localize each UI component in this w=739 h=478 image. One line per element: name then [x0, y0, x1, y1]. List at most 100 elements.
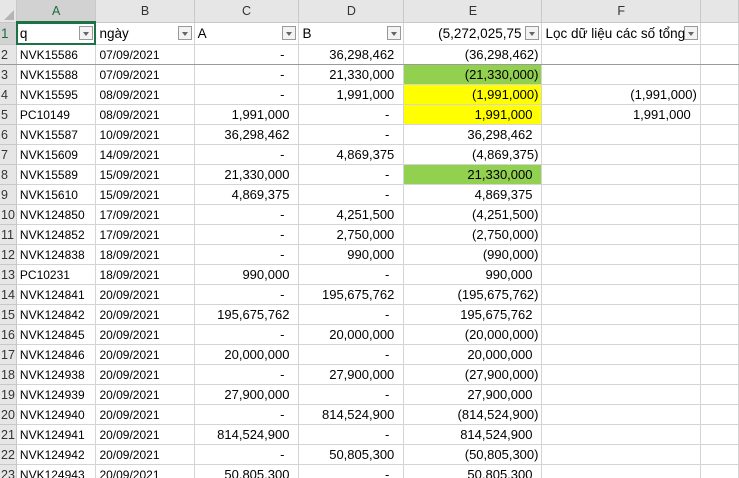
row-header[interactable]: 21 — [0, 424, 17, 445]
cell-date[interactable]: 20/09/2021 — [95, 464, 195, 478]
row-header[interactable]: 23 — [0, 464, 17, 478]
cell-date[interactable]: 08/09/2021 — [95, 84, 195, 105]
cell-b[interactable]: 1,991,000 — [298, 84, 405, 105]
cell-filter[interactable] — [541, 384, 701, 405]
row-header[interactable]: 8 — [0, 164, 17, 185]
cell-date[interactable]: 14/09/2021 — [95, 144, 195, 165]
cell-code[interactable]: NVK124841 — [16, 284, 97, 305]
cell-total[interactable]: 990,000 — [403, 264, 543, 285]
cell-a[interactable]: 27,900,000 — [194, 384, 300, 405]
cell-total[interactable]: (990,000) — [403, 244, 543, 265]
cell[interactable] — [700, 22, 739, 45]
header-cell-total[interactable]: (5,272,025,75 — [403, 22, 543, 45]
cell-filter[interactable] — [541, 284, 701, 305]
cell-a[interactable]: - — [194, 404, 300, 425]
cell[interactable] — [700, 384, 739, 405]
cell-code[interactable]: NVK15586 — [16, 44, 97, 65]
row-header[interactable]: 15 — [0, 304, 17, 325]
cell-total[interactable]: (1,991,000) — [403, 84, 543, 105]
cell-code[interactable]: NVK15587 — [16, 124, 97, 145]
row-header[interactable]: 2 — [0, 44, 17, 65]
cell-a[interactable]: - — [194, 244, 300, 265]
cell-b[interactable]: - — [298, 104, 405, 125]
cell-total[interactable]: 4,869,375 — [403, 184, 543, 205]
cell-b[interactable]: - — [298, 424, 405, 445]
cell-filter[interactable] — [541, 364, 701, 385]
cell-filter[interactable] — [541, 164, 701, 185]
cell-date[interactable]: 18/09/2021 — [95, 244, 195, 265]
column-header-d[interactable]: D — [298, 0, 405, 23]
cell-date[interactable]: 15/09/2021 — [95, 164, 195, 185]
cell-date[interactable]: 20/09/2021 — [95, 364, 195, 385]
cell-filter[interactable] — [541, 464, 701, 478]
row-header[interactable]: 17 — [0, 344, 17, 365]
cell-filter[interactable] — [541, 204, 701, 225]
row-header[interactable]: 22 — [0, 444, 17, 465]
cell-code[interactable]: NVK124938 — [16, 364, 97, 385]
cell-b[interactable]: 4,869,375 — [298, 144, 405, 165]
cell-b[interactable]: 2,750,000 — [298, 224, 405, 245]
cell[interactable] — [700, 164, 739, 185]
cell-total[interactable]: 20,000,000 — [403, 344, 543, 365]
cell-a[interactable]: 4,869,375 — [194, 184, 300, 205]
cell-filter[interactable] — [541, 444, 701, 465]
cell-a[interactable]: - — [194, 324, 300, 345]
cell-a[interactable]: 1,991,000 — [194, 104, 300, 125]
cell[interactable] — [700, 204, 739, 225]
cell[interactable] — [700, 64, 739, 85]
cell-date[interactable]: 20/09/2021 — [95, 344, 195, 365]
row-header[interactable]: 20 — [0, 404, 17, 425]
header-cell-a[interactable]: A — [194, 22, 300, 45]
row-header[interactable]: 13 — [0, 264, 17, 285]
cell-date[interactable]: 10/09/2021 — [95, 124, 195, 145]
cell-filter[interactable] — [541, 124, 701, 145]
cell-a[interactable]: - — [194, 44, 300, 65]
cell-total[interactable]: (50,805,300) — [403, 444, 543, 465]
cell-b[interactable]: - — [298, 124, 405, 145]
cell-total[interactable]: (21,330,000) — [403, 64, 543, 85]
header-cell-ngay[interactable]: ngày — [95, 22, 195, 45]
column-header-a[interactable]: A — [16, 0, 97, 23]
cell[interactable] — [700, 264, 739, 285]
row-header[interactable]: 1 — [0, 22, 17, 45]
filter-dropdown-icon[interactable] — [282, 25, 297, 40]
cell-filter[interactable] — [541, 424, 701, 445]
column-header-g[interactable] — [700, 0, 739, 23]
row-header[interactable]: 3 — [0, 64, 17, 85]
cell-date[interactable]: 17/09/2021 — [95, 204, 195, 225]
cell-total[interactable]: (27,900,000) — [403, 364, 543, 385]
cell-code[interactable]: NVK124846 — [16, 344, 97, 365]
cell-code[interactable]: PC10149 — [16, 104, 97, 125]
cell-filter[interactable]: (1,991,000) — [541, 84, 701, 105]
cell-a[interactable]: 814,524,900 — [194, 424, 300, 445]
row-header[interactable]: 12 — [0, 244, 17, 265]
cell-filter[interactable] — [541, 184, 701, 205]
cell-b[interactable]: 27,900,000 — [298, 364, 405, 385]
cell-date[interactable]: 17/09/2021 — [95, 224, 195, 245]
cell-filter[interactable] — [541, 244, 701, 265]
cell-date[interactable]: 07/09/2021 — [95, 44, 195, 65]
row-header[interactable]: 5 — [0, 104, 17, 125]
cell-b[interactable]: 4,251,500 — [298, 204, 405, 225]
cell-total[interactable]: (195,675,762) — [403, 284, 543, 305]
cell-filter[interactable] — [541, 264, 701, 285]
cell-code[interactable]: NVK124941 — [16, 424, 97, 445]
row-header[interactable]: 10 — [0, 204, 17, 225]
cell-a[interactable]: 990,000 — [194, 264, 300, 285]
cell-code[interactable]: NVK124943 — [16, 464, 97, 478]
cell-a[interactable]: - — [194, 364, 300, 385]
column-header-b[interactable]: B — [95, 0, 195, 23]
cell-date[interactable]: 07/09/2021 — [95, 64, 195, 85]
cell-filter[interactable] — [541, 64, 701, 85]
cell-b[interactable]: 36,298,462 — [298, 44, 405, 65]
cell-code[interactable]: NVK15595 — [16, 84, 97, 105]
cell[interactable] — [700, 444, 739, 465]
cell-b[interactable]: - — [298, 344, 405, 365]
cell-b[interactable]: 814,524,900 — [298, 404, 405, 425]
cell-date[interactable]: 20/09/2021 — [95, 384, 195, 405]
cell-b[interactable]: - — [298, 264, 405, 285]
cell-filter[interactable] — [541, 304, 701, 325]
column-header-c[interactable]: C — [194, 0, 300, 23]
cell[interactable] — [700, 144, 739, 165]
cell-code[interactable]: NVK124850 — [16, 204, 97, 225]
